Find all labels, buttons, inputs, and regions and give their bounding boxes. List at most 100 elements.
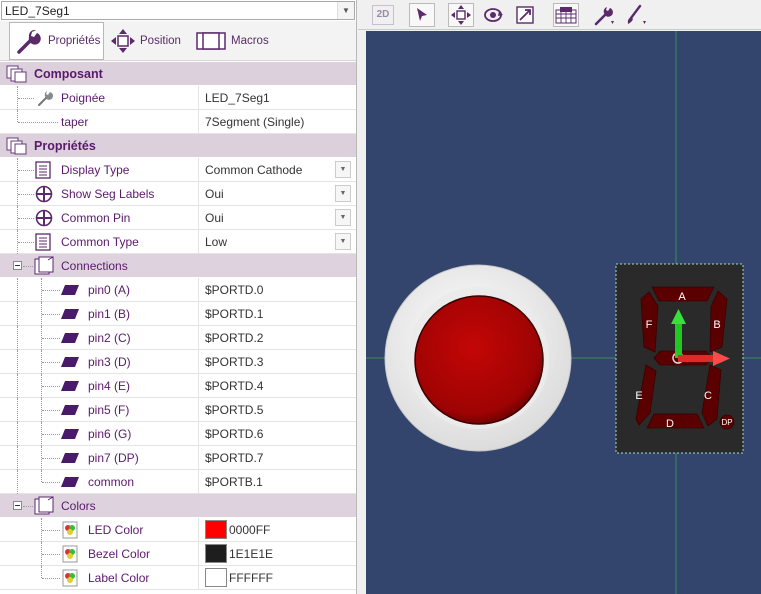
paint-tool-button[interactable] xyxy=(624,3,650,27)
tree-line xyxy=(42,290,60,291)
tree-line xyxy=(17,422,18,446)
connection-row[interactable]: pin5 (F) $PORTD.5 xyxy=(0,398,356,422)
category-proprietes-label: Propriétés xyxy=(34,139,96,153)
3d-viewport[interactable]: A B C D E F DP xyxy=(366,31,761,594)
property-name: pin1 (B) xyxy=(88,307,131,321)
pan-tool-button[interactable] xyxy=(448,3,474,27)
tree-line xyxy=(42,314,60,315)
category-composant-label: Composant xyxy=(34,67,103,81)
grid-toggle-button[interactable] xyxy=(553,3,579,27)
property-name: common xyxy=(88,475,135,489)
dropdown-arrow-icon[interactable]: ▼ xyxy=(335,233,351,250)
tree-line xyxy=(17,302,18,326)
property-value: Common Cathode xyxy=(205,163,303,177)
category-proprietes[interactable]: Propriétés xyxy=(0,134,356,158)
property-name: pin3 (D) xyxy=(88,355,131,369)
property-value: $PORTD.6 xyxy=(205,427,264,441)
category-composant[interactable]: Composant xyxy=(0,62,356,86)
property-value: $PORTB.1 xyxy=(205,475,263,489)
property-name: pin7 (DP) xyxy=(88,451,139,465)
chevron-down-icon[interactable]: ▼ xyxy=(337,2,354,19)
connection-row[interactable]: pin0 (A) $PORTD.0 xyxy=(0,278,356,302)
property-row-display-type[interactable]: Display Type Common Cathode ▼ xyxy=(0,158,356,182)
color-swatch[interactable] xyxy=(205,568,227,587)
grid-icon xyxy=(555,7,577,24)
tab-macros[interactable]: Macros xyxy=(195,22,275,60)
scale-tool-button[interactable] xyxy=(512,3,538,27)
round-led-component[interactable] xyxy=(384,264,572,452)
segment-label-b: B xyxy=(713,319,720,331)
pin-icon xyxy=(61,333,79,343)
pin-icon xyxy=(61,285,79,295)
property-value: $PORTD.5 xyxy=(205,403,264,417)
dropdown-arrow-icon[interactable]: ▼ xyxy=(335,161,351,178)
gizmo-y-axis-shaft[interactable] xyxy=(675,321,682,358)
connection-row[interactable]: pin1 (B) $PORTD.1 xyxy=(0,302,356,326)
tree-line xyxy=(18,242,34,243)
property-row-common-pin[interactable]: Common Pin Oui ▼ xyxy=(0,206,356,230)
property-row-taper[interactable]: taper 7Segment (Single) xyxy=(0,110,356,134)
property-name: pin2 (C) xyxy=(88,331,131,345)
property-value: 7Segment (Single) xyxy=(205,115,305,129)
dropdown-arrow-icon[interactable]: ▼ xyxy=(335,185,351,202)
crosshair-circle-icon xyxy=(35,209,53,227)
connection-row[interactable]: pin6 (G) $PORTD.6 xyxy=(0,422,356,446)
property-value: FFFFFF xyxy=(229,571,273,585)
segment-label-e: E xyxy=(635,390,642,402)
property-value: $PORTD.4 xyxy=(205,379,264,393)
connection-row[interactable]: common $PORTB.1 xyxy=(0,470,356,494)
dropdown-arrow-icon[interactable]: ▼ xyxy=(335,209,351,226)
wrench-tool-button[interactable] xyxy=(592,3,618,27)
color-row[interactable]: Label Color FFFFFF xyxy=(0,566,356,590)
segment-label-f: F xyxy=(646,319,653,331)
property-value: $PORTD.0 xyxy=(205,283,264,297)
wrench-icon xyxy=(17,29,41,54)
tab-position[interactable]: Position xyxy=(110,22,190,60)
connection-row[interactable]: pin2 (C) $PORTD.2 xyxy=(0,326,356,350)
group-colors[interactable]: Colors xyxy=(0,494,356,518)
collapse-icon[interactable] xyxy=(13,261,22,270)
color-row[interactable]: Bezel Color 1E1E1E xyxy=(0,542,356,566)
properties-panel: LED_7Seg1 ▼ Propriétés Position Macros C… xyxy=(0,0,357,594)
group-connections[interactable]: Connections xyxy=(0,254,356,278)
paint-brush-icon xyxy=(627,4,646,24)
gizmo-x-axis-shaft[interactable] xyxy=(678,355,716,362)
tree-line xyxy=(18,122,58,123)
pin-icon xyxy=(61,477,79,487)
color-swatch[interactable] xyxy=(205,544,227,563)
segment-label-a: A xyxy=(678,291,686,303)
property-row-common-type[interactable]: Common Type Low ▼ xyxy=(0,230,356,254)
connection-row[interactable]: pin3 (D) $PORTD.3 xyxy=(0,350,356,374)
tree-line xyxy=(42,434,60,435)
tab-proprietes[interactable]: Propriétés xyxy=(9,22,104,60)
wrench-small-icon xyxy=(38,91,53,106)
select-tool-button[interactable] xyxy=(409,3,435,27)
tree-line xyxy=(18,194,34,195)
property-name: taper xyxy=(61,115,89,129)
property-row-show-seg-labels[interactable]: Show Seg Labels Oui ▼ xyxy=(0,182,356,206)
tree-line xyxy=(18,218,34,219)
group-connections-label: Connections xyxy=(61,259,128,273)
color-palette-icon xyxy=(62,545,78,563)
rotate-tool-button[interactable] xyxy=(480,3,506,27)
property-value: $PORTD.7 xyxy=(205,451,264,465)
scene-canvas[interactable]: A B C D E F DP xyxy=(366,31,761,594)
property-row-poignee[interactable]: Poignée LED_7Seg1 xyxy=(0,86,356,110)
object-selector-value: LED_7Seg1 xyxy=(5,4,70,18)
tree-line xyxy=(41,566,42,578)
collapse-icon[interactable] xyxy=(13,501,22,510)
pin-icon xyxy=(61,405,79,415)
viewport-frame xyxy=(358,31,366,594)
pages-icon xyxy=(6,65,27,83)
object-selector[interactable]: LED_7Seg1 ▼ xyxy=(1,1,355,20)
color-palette-icon xyxy=(62,569,78,587)
tree-line xyxy=(23,506,33,507)
property-name: Common Pin xyxy=(61,211,131,225)
connection-row[interactable]: pin7 (DP) $PORTD.7 xyxy=(0,446,356,470)
property-name: Label Color xyxy=(88,571,150,585)
view-2d-button[interactable]: 2D xyxy=(370,3,396,27)
color-row[interactable]: LED Color 0000FF xyxy=(0,518,356,542)
connection-row[interactable]: pin4 (E) $PORTD.4 xyxy=(0,374,356,398)
color-swatch[interactable] xyxy=(205,520,227,539)
2d-view-icon: 2D xyxy=(372,5,394,25)
